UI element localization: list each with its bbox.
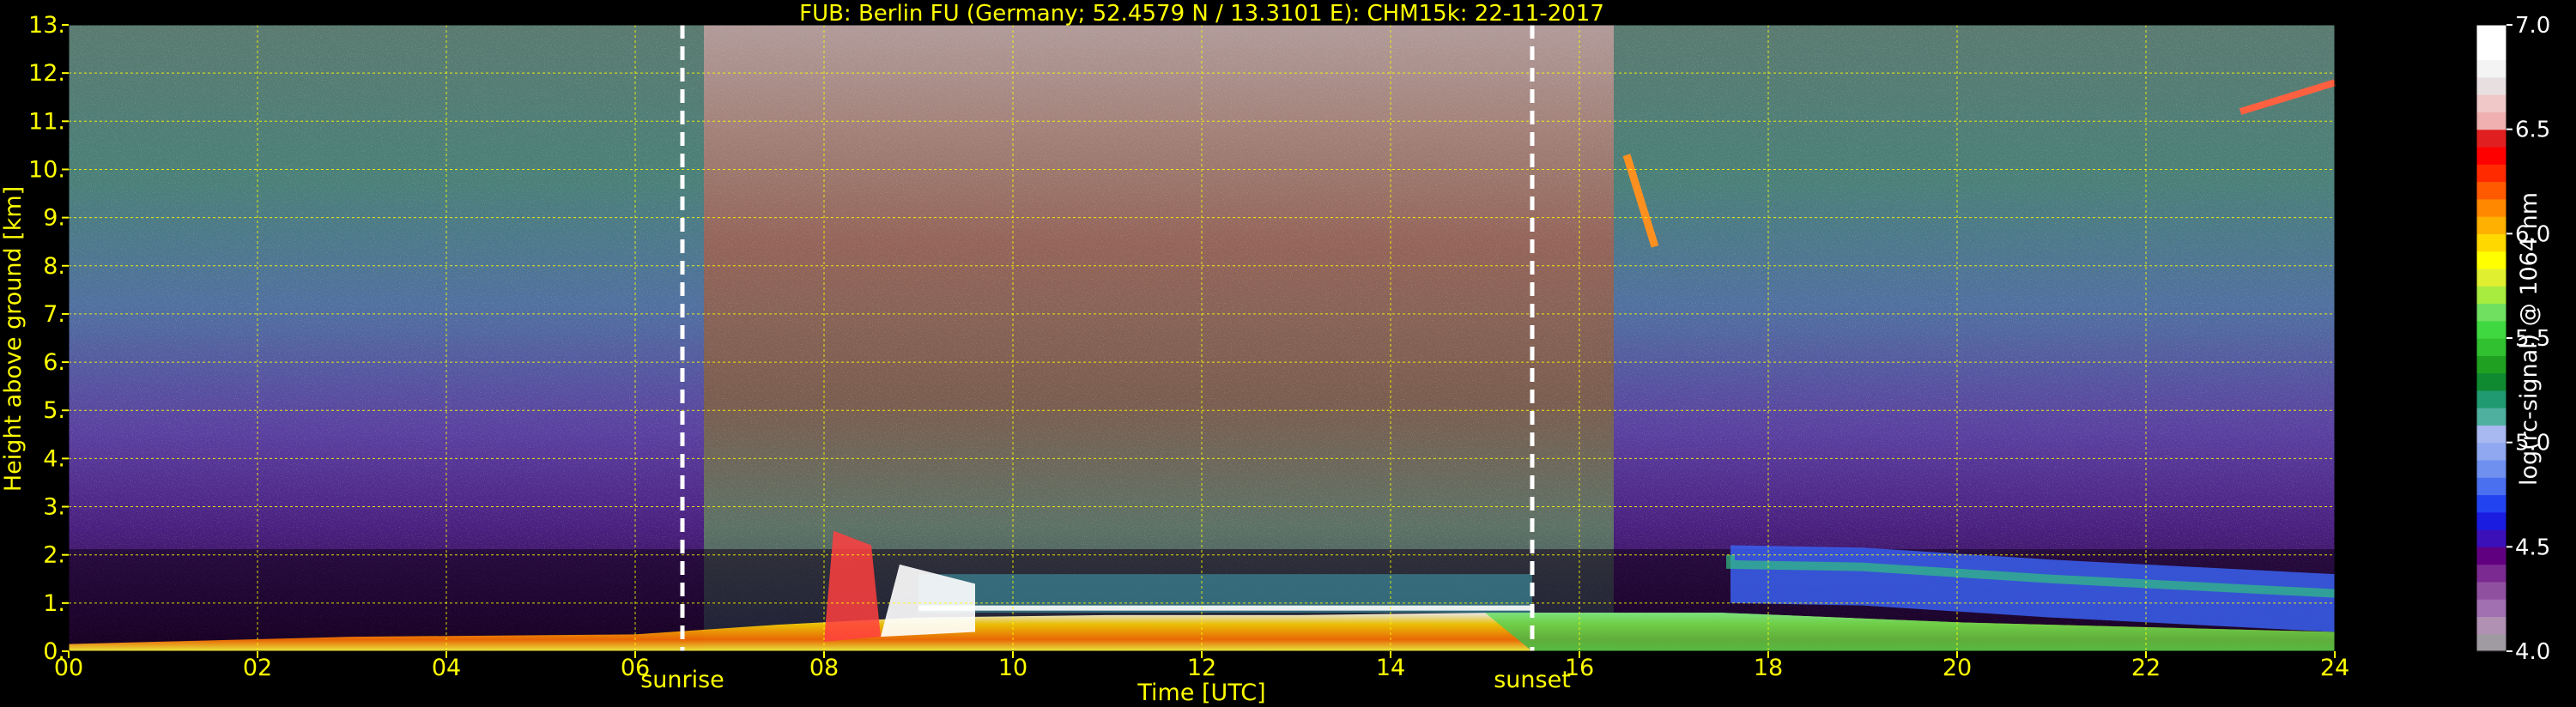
colorbar-cell — [2476, 303, 2506, 322]
x-tick-label: 14 — [1376, 655, 1405, 681]
colorbar-cell — [2476, 286, 2506, 305]
colorbar-cell — [2476, 42, 2506, 61]
colorbar-cell — [2476, 320, 2506, 339]
colorbar-cell — [2476, 564, 2506, 583]
x-tick-label: 10 — [998, 655, 1027, 681]
colorbar-cell — [2476, 76, 2506, 95]
colorbar-cell — [2476, 25, 2506, 43]
colorbar-cell — [2476, 511, 2506, 530]
colorbar-cell — [2476, 425, 2506, 444]
colorbar-cell — [2476, 616, 2506, 635]
colorbar-tick-label: 6.5 — [2515, 118, 2550, 143]
y-axis-label: Height above ground [km] — [0, 186, 27, 492]
y-tick-label: 10. — [28, 156, 65, 183]
colorbar-cell — [2476, 146, 2506, 165]
colorbar-cell — [2476, 459, 2506, 478]
colorbar-cell — [2476, 529, 2506, 547]
colorbar-cell — [2476, 372, 2506, 391]
x-tick-label: 20 — [1943, 655, 1972, 681]
colorbar-cell — [2476, 216, 2506, 234]
colorbar-cell — [2476, 581, 2506, 600]
colorbar-cell — [2476, 233, 2506, 252]
plot-area — [69, 25, 2337, 651]
colorbar-cell — [2476, 112, 2506, 130]
colorbar-cell — [2476, 268, 2506, 287]
colorbar-cell — [2476, 547, 2506, 565]
y-tick-label: 9. — [43, 205, 65, 232]
colorbar-cell — [2476, 251, 2506, 269]
colorbar-cell — [2476, 129, 2506, 148]
colorbar-cell — [2476, 494, 2506, 513]
y-tick-label: 2. — [43, 542, 65, 569]
y-tick-label: 5. — [43, 397, 65, 424]
x-tick-label: 18 — [1754, 655, 1783, 681]
x-axis-label: Time [UTC] — [1136, 680, 1265, 706]
y-tick-label: 13. — [28, 12, 65, 39]
y-tick-label: 11. — [28, 108, 65, 135]
colorbar-cell — [2476, 477, 2506, 496]
colorbar-cell — [2476, 181, 2506, 200]
colorbar-cell — [2476, 94, 2506, 112]
sunset-label: sunset — [1494, 667, 1571, 693]
x-tick-label: 12 — [1187, 655, 1216, 681]
chart-title: FUB: Berlin FU (Germany; 52.4579 N / 13.… — [799, 1, 1604, 27]
colorbar-tick-label: 4.0 — [2515, 639, 2550, 665]
y-tick-label: 4. — [43, 445, 65, 472]
y-tick-label: 12. — [28, 60, 65, 87]
colorbar-label: log(rc-signal) @ 1064 nm — [2516, 192, 2543, 486]
y-tick-label: 0. — [43, 638, 65, 665]
colorbar-cell — [2476, 164, 2506, 183]
colorbar-cell — [2476, 442, 2506, 461]
y-tick-label: 8. — [43, 253, 65, 280]
colorbar-tick-label: 4.5 — [2515, 535, 2550, 560]
colorbar-cell — [2476, 633, 2506, 652]
colorbar-cell — [2476, 338, 2506, 356]
colorbar-cell — [2476, 59, 2506, 78]
x-tick-label: 04 — [432, 655, 461, 681]
x-tick-label: 22 — [2131, 655, 2161, 681]
lidar-chart: 00 02 04 06 08 10 12 14 16 18 20 22 24sunrise sunset … — [0, 1, 2550, 706]
colorbar-cell — [2476, 355, 2506, 374]
colorbar: 4.04.55.05.56.06.57.0 log(rc-signal) @ 1… — [2476, 13, 2550, 665]
y-tick-label: 3. — [43, 494, 65, 521]
x-tick-label: 02 — [243, 655, 272, 681]
layer-top-edge — [918, 605, 1532, 611]
colorbar-cell — [2476, 599, 2506, 618]
colorbar-tick-label: 7.0 — [2515, 13, 2550, 39]
colorbar-cell — [2476, 198, 2506, 217]
colorbar-cell — [2476, 390, 2506, 408]
y-tick-label: 6. — [43, 349, 65, 376]
x-tick-label: 08 — [809, 655, 839, 681]
y-tick-label: 7. — [43, 301, 65, 328]
y-tick-label: 1. — [43, 590, 65, 617]
x-tick-label: 24 — [2320, 655, 2349, 681]
colorbar-cell — [2476, 408, 2506, 426]
sunrise-label: sunrise — [640, 667, 724, 693]
